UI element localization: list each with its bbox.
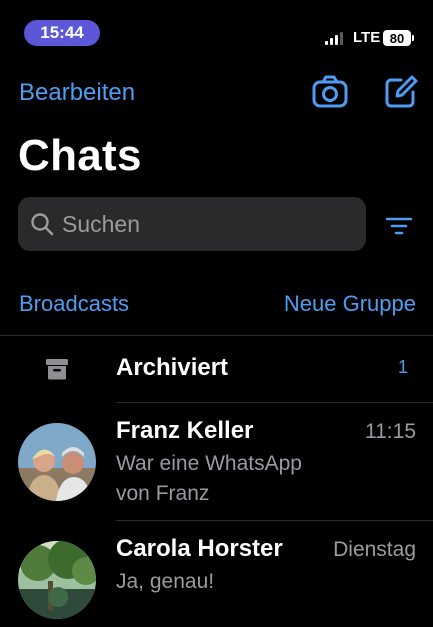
filter-icon [385, 217, 413, 235]
chat-preview-line2: von Franz [116, 482, 210, 505]
chat-time: Dienstag [333, 538, 416, 561]
archived-label: Archiviert [116, 354, 229, 381]
chat-preview-line1: War eine WhatsApp [116, 452, 302, 475]
status-time: 15:44 [24, 20, 100, 46]
search-bar[interactable] [18, 197, 366, 251]
chat-time: 11:15 [365, 420, 416, 443]
chat-name: Carola Horster [116, 535, 283, 562]
battery-tip [412, 35, 414, 41]
compose-button[interactable] [383, 74, 419, 110]
camera-icon [312, 75, 348, 108]
broadcasts-link[interactable]: Broadcasts [19, 291, 129, 317]
search-icon [31, 213, 54, 236]
chat-preview-line1: Ja, genau! [116, 570, 215, 593]
page-title: Chats [18, 131, 142, 180]
compose-icon [385, 75, 418, 108]
battery-icon: 80 [383, 30, 411, 46]
avatar [18, 541, 96, 619]
search-input[interactable] [60, 209, 344, 239]
avatar [18, 423, 96, 501]
new-group-link[interactable]: Neue Gruppe [284, 291, 416, 317]
archive-box-icon [45, 357, 69, 381]
camera-button[interactable] [311, 74, 349, 112]
edit-button[interactable]: Bearbeiten [19, 79, 135, 107]
chat-name: Franz Keller [116, 417, 254, 444]
signal-icon [325, 32, 343, 45]
archived-count: 1 [397, 357, 408, 377]
network-type: LTE [353, 29, 381, 46]
filter-button[interactable] [385, 216, 413, 236]
